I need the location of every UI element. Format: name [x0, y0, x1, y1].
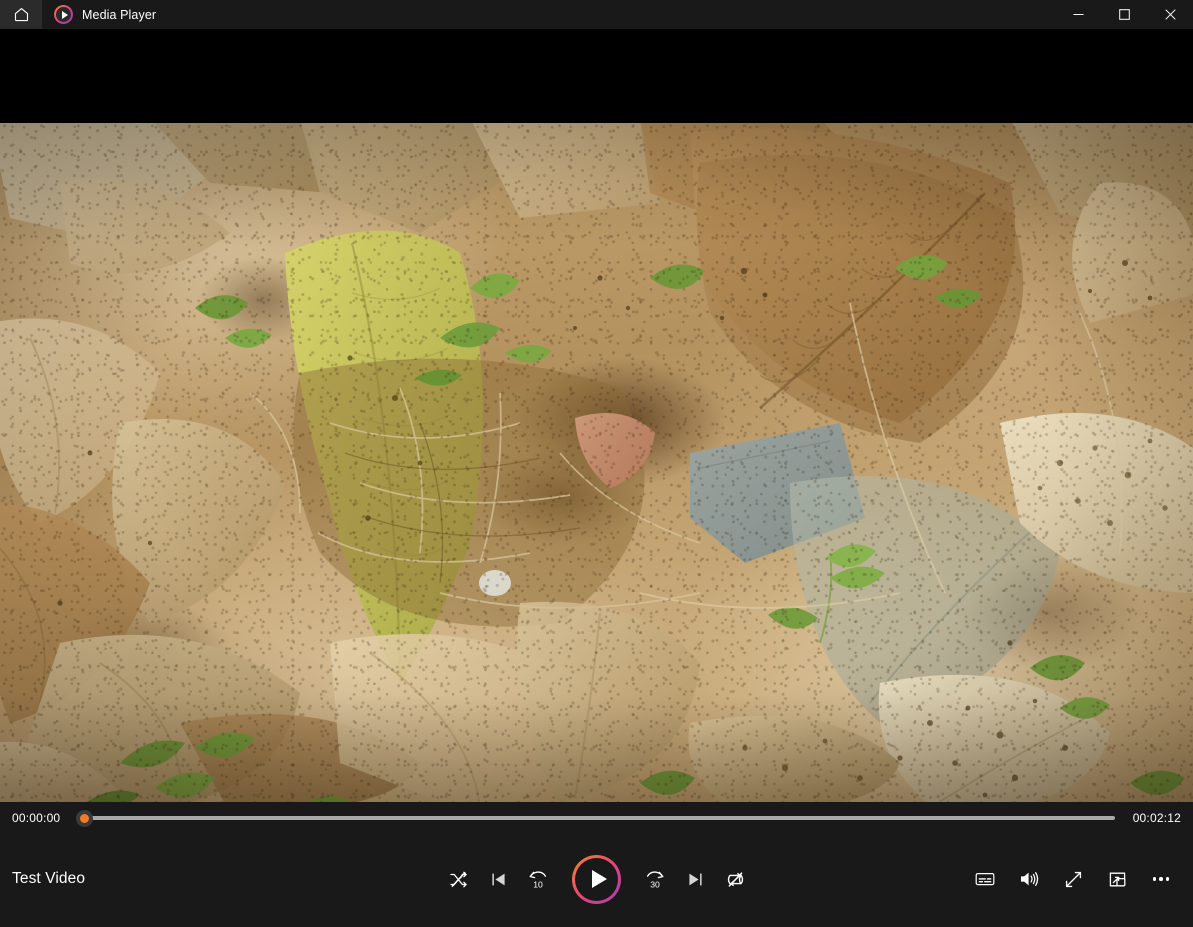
mini-player-button[interactable] — [1097, 859, 1137, 899]
play-icon — [592, 870, 607, 888]
media-player-window: Media Player — [0, 0, 1193, 927]
home-button[interactable] — [0, 0, 42, 29]
video-stage[interactable] — [0, 29, 1193, 802]
player-control-bar: 00:00:00 00:02:12 Test Video — [0, 802, 1193, 927]
repeat-off-icon — [725, 869, 746, 890]
minimize-button[interactable] — [1055, 0, 1101, 29]
transport-row: Test Video — [0, 834, 1193, 924]
play-button[interactable] — [572, 855, 621, 904]
shuffle-off-icon — [448, 869, 469, 890]
subtitles-button[interactable] — [965, 859, 1005, 899]
seek-row: 00:00:00 00:02:12 — [0, 802, 1193, 834]
media-player-play-circle-icon — [54, 5, 73, 24]
more-options-button[interactable] — [1141, 859, 1181, 899]
volume-high-icon — [1018, 868, 1040, 890]
rewind-10-button[interactable]: 10 — [518, 859, 558, 899]
home-icon — [13, 6, 30, 23]
previous-button[interactable] — [478, 859, 518, 899]
repeat-button[interactable] — [715, 859, 755, 899]
volume-button[interactable] — [1009, 859, 1049, 899]
seek-thumb[interactable] — [76, 810, 93, 827]
maximize-button[interactable] — [1101, 0, 1147, 29]
seek-slider[interactable] — [78, 807, 1115, 829]
previous-track-icon — [489, 870, 508, 889]
mini-player-icon — [1107, 869, 1128, 890]
next-button[interactable] — [675, 859, 715, 899]
minimize-icon — [1073, 9, 1084, 20]
now-playing-title: Test Video — [12, 870, 85, 888]
window-controls — [1055, 0, 1193, 29]
player-options — [965, 859, 1181, 899]
total-time-label: 00:02:12 — [1127, 811, 1181, 825]
fullscreen-icon — [1063, 869, 1084, 890]
seek-track — [78, 816, 1115, 820]
title-bar-left: Media Player — [0, 0, 156, 29]
maximize-icon — [1119, 9, 1130, 20]
next-track-icon — [686, 870, 705, 889]
app-title: Media Player — [82, 8, 156, 22]
fullscreen-button[interactable] — [1053, 859, 1093, 899]
rewind-10-icon: 10 — [527, 868, 550, 891]
current-time-label: 00:00:00 — [12, 811, 66, 825]
shuffle-button[interactable] — [438, 859, 478, 899]
forward-30-icon: 30 — [644, 868, 667, 891]
title-bar: Media Player — [0, 0, 1193, 29]
forward-30-button[interactable]: 30 — [635, 859, 675, 899]
closed-captions-icon — [974, 868, 996, 890]
video-frame-vignette — [0, 123, 1193, 802]
rewind-seconds-label: 10 — [533, 879, 543, 889]
title-bar-drag-region[interactable] — [156, 0, 1055, 29]
close-icon — [1165, 9, 1176, 20]
close-button[interactable] — [1147, 0, 1193, 29]
app-brand: Media Player — [54, 0, 156, 29]
forward-seconds-label: 30 — [650, 879, 660, 889]
more-options-icon — [1153, 877, 1170, 881]
video-surface[interactable] — [0, 123, 1193, 802]
